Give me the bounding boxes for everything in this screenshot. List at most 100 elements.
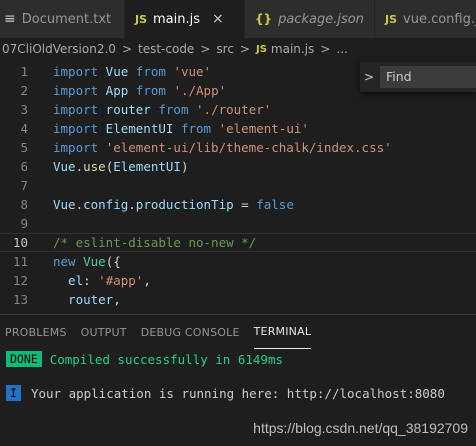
code-text: Vue.config.productionTip = false bbox=[53, 197, 294, 212]
code-token: Vue bbox=[53, 197, 76, 212]
compiled-message: Compiled successfully in 6149ms bbox=[49, 351, 283, 367]
code-token: false bbox=[256, 197, 294, 212]
code-token: App bbox=[98, 83, 136, 98]
code-token: . bbox=[128, 197, 136, 212]
code-token: new bbox=[53, 254, 76, 269]
tab-package-json[interactable]: {} package.json bbox=[245, 0, 375, 38]
breadcrumb-item[interactable]: src bbox=[216, 42, 234, 56]
chevron-right-icon: > bbox=[121, 42, 132, 56]
find-widget: > Find bbox=[360, 62, 476, 92]
code-token: ElementUI bbox=[113, 159, 181, 174]
line-number: 2 bbox=[20, 83, 28, 98]
code-text: router, bbox=[53, 292, 121, 307]
code-token: ElementUI bbox=[98, 121, 181, 136]
line-number: 9 bbox=[20, 216, 28, 231]
code-line: 13 router, bbox=[0, 290, 476, 309]
tab-vue-config-js[interactable]: JS vue.config.js bbox=[375, 0, 476, 38]
code-editor[interactable]: 1 import Vue from 'vue' 2 import App from '… bbox=[0, 60, 476, 314]
code-token: productionTip bbox=[135, 197, 234, 212]
code-text: /* eslint-disable no-new */ bbox=[53, 235, 256, 250]
line-number: 12 bbox=[12, 273, 28, 288]
code-token: ) bbox=[180, 159, 189, 174]
code-token: 'element-ui/lib/theme-chalk/index.css' bbox=[105, 140, 392, 155]
code-token: Vue bbox=[83, 254, 106, 269]
info-badge: I bbox=[6, 385, 21, 401]
tab-label: main.js bbox=[153, 11, 201, 27]
find-input[interactable]: Find bbox=[380, 66, 476, 88]
code-token: el bbox=[53, 273, 84, 288]
watermark: https://blog.csdn.net/qq_38192709 bbox=[253, 420, 468, 436]
chevron-right-icon[interactable]: > bbox=[360, 70, 378, 84]
line-number: 5 bbox=[20, 140, 28, 155]
tab-debug-console[interactable]: DEBUG CONSOLE bbox=[141, 315, 240, 349]
done-badge: DONE bbox=[6, 351, 42, 367]
code-token: import bbox=[53, 102, 99, 117]
code-token: . bbox=[75, 197, 84, 212]
code-token: import bbox=[53, 83, 99, 98]
code-text: import ElementUI from 'element-ui' bbox=[53, 121, 309, 136]
chevron-right-icon: > bbox=[239, 42, 250, 56]
code-token: , bbox=[113, 292, 121, 307]
code-token: ({ bbox=[105, 254, 121, 269]
code-token: from bbox=[158, 102, 189, 117]
bottom-panel: PROBLEMS OUTPUT DEBUG CONSOLE TERMINAL D… bbox=[0, 314, 476, 446]
breadcrumb-item[interactable]: main.js bbox=[271, 42, 314, 56]
code-token: '#app' bbox=[98, 273, 144, 288]
breadcrumb-item[interactable]: test-code bbox=[138, 42, 194, 56]
breadcrumb-item[interactable]: ... bbox=[336, 42, 347, 56]
code-line: 5 import 'element-ui/lib/theme-chalk/inde… bbox=[0, 138, 476, 157]
terminal-line: I Your application is running here: http… bbox=[6, 385, 445, 401]
line-number: 6 bbox=[20, 159, 28, 174]
code-line: 6 Vue.use(ElementUI) bbox=[0, 157, 476, 176]
tab-document-txt[interactable]: ≡ Document.txt bbox=[0, 0, 125, 38]
code-text: new Vue({ bbox=[53, 254, 121, 269]
tab-output[interactable]: OUTPUT bbox=[81, 315, 127, 349]
js-file-icon: JS bbox=[385, 12, 398, 26]
code-line: 9 bbox=[0, 214, 476, 233]
code-token: from bbox=[180, 121, 212, 136]
tab-terminal[interactable]: TERMINAL bbox=[253, 315, 312, 349]
close-icon[interactable]: × bbox=[212, 11, 224, 27]
editor-tab-bar: ≡ Document.txt JS main.js × {} package.j… bbox=[0, 0, 476, 38]
code-token: from bbox=[135, 83, 166, 98]
line-number: 13 bbox=[12, 292, 28, 307]
text-file-icon: ≡ bbox=[4, 11, 16, 27]
tab-problems[interactable]: PROBLEMS bbox=[5, 315, 67, 349]
code-token: use bbox=[83, 159, 106, 174]
running-message: Your application is running here: http:/… bbox=[30, 385, 445, 401]
code-text: Vue.use(ElementUI) bbox=[53, 159, 188, 174]
code-line: 10 /* eslint-disable no-new */ bbox=[0, 233, 476, 252]
code-token: router bbox=[98, 102, 159, 117]
tab-label: Document.txt bbox=[21, 11, 112, 27]
line-number: 10 bbox=[12, 235, 28, 250]
code-text: import router from './router' bbox=[53, 102, 271, 117]
chevron-right-icon: > bbox=[320, 42, 331, 56]
code-token: config bbox=[83, 197, 129, 212]
code-line: 4 import ElementUI from 'element-ui' bbox=[0, 119, 476, 138]
code-text: import Vue from 'vue' bbox=[53, 64, 211, 79]
terminal-line: DONE Compiled successfully in 6149ms bbox=[6, 351, 283, 367]
code-token: /* eslint-disable no-new */ bbox=[53, 235, 257, 250]
line-number: 3 bbox=[20, 102, 28, 117]
code-text: import App from './App' bbox=[53, 83, 226, 98]
code-line: 8 Vue.config.productionTip = false bbox=[0, 195, 476, 214]
code-token: : bbox=[83, 273, 99, 288]
code-line: 3 import router from './router' bbox=[0, 100, 476, 119]
code-token: = bbox=[233, 197, 257, 212]
line-number: 1 bbox=[20, 64, 28, 79]
code-token: from bbox=[135, 64, 166, 79]
breadcrumb-item[interactable]: 07CliOldVersion2.0 bbox=[2, 42, 116, 56]
code-text: import 'element-ui/lib/theme-chalk/index… bbox=[53, 140, 392, 155]
tab-main-js[interactable]: JS main.js × bbox=[125, 0, 245, 38]
code-token: import bbox=[53, 121, 99, 136]
tab-label: package.json bbox=[278, 11, 364, 27]
code-token: import bbox=[53, 64, 99, 79]
chevron-right-icon: > bbox=[200, 42, 211, 56]
code-line: 11 new Vue({ bbox=[0, 252, 476, 271]
js-file-icon: JS bbox=[255, 43, 267, 55]
line-number: 4 bbox=[20, 121, 28, 136]
code-token: router bbox=[53, 292, 114, 307]
